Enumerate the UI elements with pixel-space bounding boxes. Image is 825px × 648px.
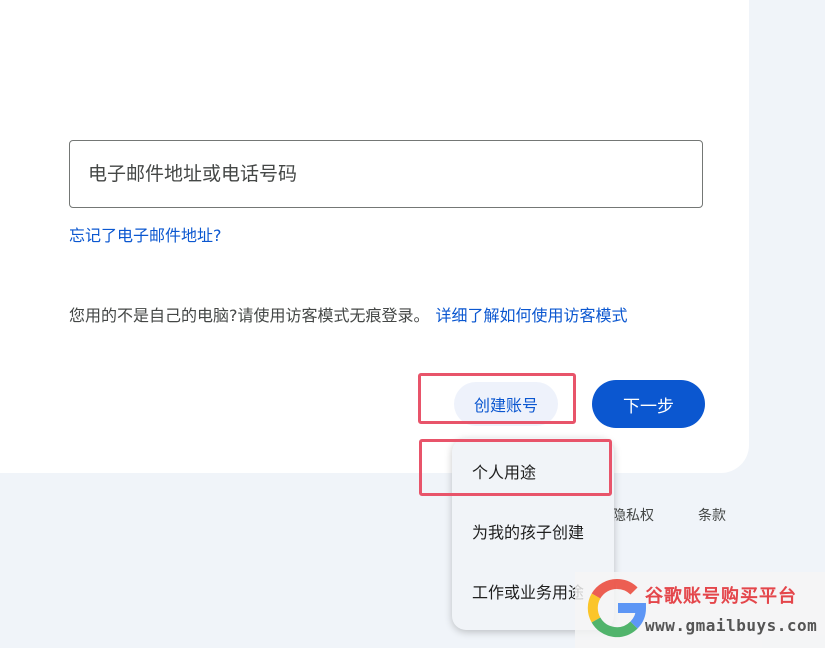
email-or-phone-input[interactable] [69, 140, 703, 208]
guest-mode-text: 您用的不是自己的电脑?请使用访客模式无痕登录。 [69, 306, 430, 325]
next-button[interactable]: 下一步 [592, 380, 705, 428]
menu-item-personal-use[interactable]: 个人用途 [472, 459, 536, 483]
create-account-button[interactable]: 创建账号 [454, 382, 558, 426]
watermark-url: www.gmailbuys.com [645, 616, 818, 635]
menu-item-for-my-child[interactable]: 为我的孩子创建 [472, 519, 584, 543]
footer-privacy-link[interactable]: 隐私权 [612, 505, 654, 525]
watermark-title: 谷歌账号购买平台 [645, 586, 797, 607]
watermark: 谷歌账号购买平台 www.gmailbuys.com [575, 572, 825, 648]
google-g-logo-icon [587, 578, 647, 638]
menu-item-work-or-business[interactable]: 工作或业务用途 [472, 579, 584, 603]
forgot-email-link[interactable]: 忘记了电子邮件地址? [69, 222, 222, 246]
footer-terms-link[interactable]: 条款 [698, 505, 726, 525]
guest-mode-notice: 您用的不是自己的电脑?请使用访客模式无痕登录。 详细了解如何使用访客模式 [69, 302, 628, 326]
guest-mode-learn-more-link[interactable]: 详细了解如何使用访客模式 [436, 306, 628, 325]
